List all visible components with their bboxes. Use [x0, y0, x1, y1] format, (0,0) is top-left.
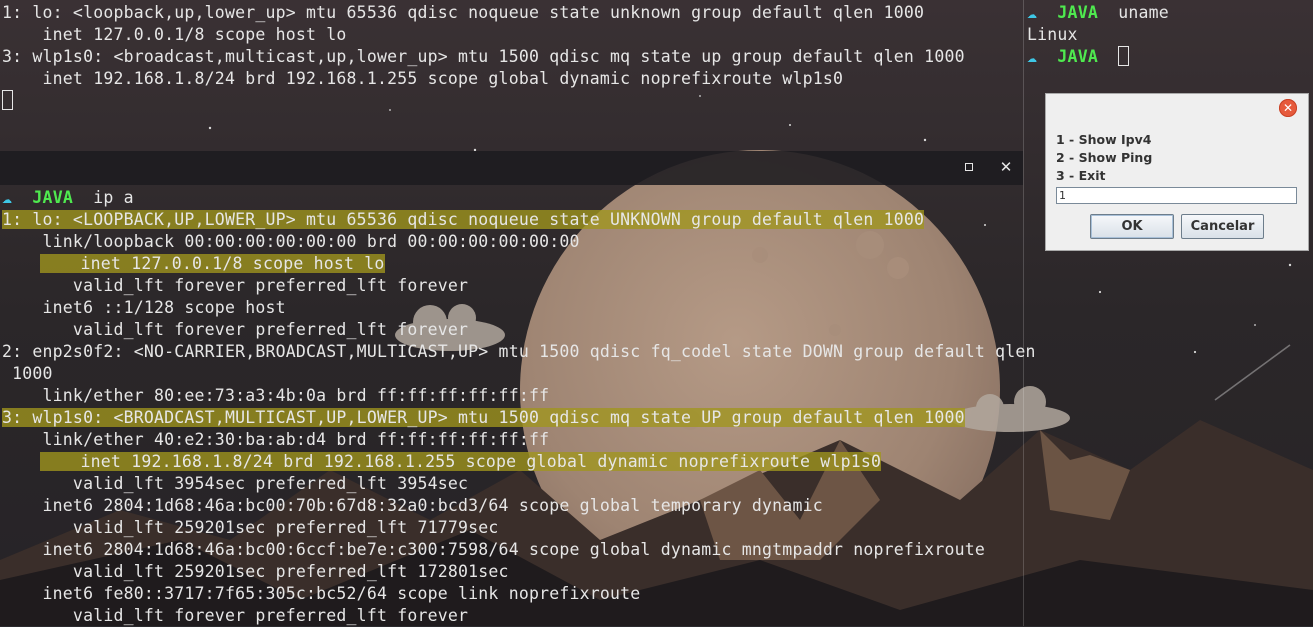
command-text: uname: [1118, 3, 1169, 22]
terminal-line: 1: lo: <loopback,up,lower_up> mtu 65536 …: [2, 3, 925, 22]
terminal-titlebar[interactable]: ✕: [0, 151, 1023, 185]
maximize-icon[interactable]: [965, 163, 973, 171]
prompt-label: JAVA: [1057, 3, 1098, 22]
terminal-line: inet 192.168.1.8/24 brd 192.168.1.255 sc…: [2, 69, 844, 88]
menu-option: 2 - Show Ping: [1056, 150, 1153, 165]
highlighted-text: inet 192.168.1.8/24 brd 192.168.1.255 sc…: [40, 452, 882, 471]
input-dialog: ✕ 1 - Show Ipv4 2 - Show Ping 3 - Exit O…: [1045, 93, 1309, 251]
prompt-label: JAVA: [32, 188, 73, 207]
menu-option: 1 - Show Ipv4: [1056, 132, 1152, 147]
close-icon[interactable]: ✕: [1279, 99, 1297, 117]
ok-button[interactable]: OK: [1090, 214, 1174, 239]
terminal-line: valid_lft forever preferred_lft forever: [2, 276, 469, 295]
prompt-line: ☁ JAVA uname: [1027, 2, 1169, 24]
highlighted-text: inet 127.0.0.1/8 scope host lo: [40, 254, 385, 273]
terminal-line: link/ether 40:e2:30:ba:ab:d4 brd ff:ff:f…: [2, 430, 550, 449]
terminal-line: 2: enp2s0f2: <NO-CARRIER,BROADCAST,MULTI…: [2, 342, 1036, 361]
terminal-line: link/ether 80:ee:73:a3:4b:0a brd ff:ff:f…: [2, 386, 550, 405]
terminal-line: valid_lft forever preferred_lft forever: [2, 320, 469, 339]
terminal-line: inet6 2804:1d68:46a:bc00:70b:67d8:32a0:b…: [2, 496, 823, 515]
terminal-line: 3: wlp1s0: <broadcast,multicast,up,lower…: [2, 47, 965, 66]
terminal-line: valid_lft 259201sec preferred_lft 71779s…: [2, 518, 499, 537]
terminal-line: inet 127.0.0.1/8 scope host lo: [2, 25, 347, 44]
highlighted-text: 1: lo: <LOOPBACK,UP,LOWER_UP> mtu 65536 …: [2, 210, 925, 229]
terminal-line: valid_lft forever preferred_lft forever: [2, 606, 469, 625]
terminal-line: link/loopback 00:00:00:00:00:00 brd 00:0…: [2, 232, 580, 251]
pane-divider: [1023, 0, 1024, 626]
terminal-line: inet 192.168.1.8/24 brd 192.168.1.255 sc…: [40, 451, 882, 473]
terminal-line: inet6 fe80::3717:7f65:305c:bc52/64 scope…: [2, 584, 641, 603]
terminal-line: inet6 ::1/128 scope host: [2, 298, 286, 317]
cloud-icon: ☁: [1027, 47, 1038, 66]
terminal-line: 3: wlp1s0: <BROADCAST,MULTICAST,UP,LOWER…: [2, 407, 965, 429]
terminal-line: 1: lo: <LOOPBACK,UP,LOWER_UP> mtu 65536 …: [2, 209, 925, 231]
option-input[interactable]: [1056, 187, 1297, 204]
cancel-button[interactable]: Cancelar: [1181, 214, 1264, 239]
command-output: Linux: [1027, 25, 1078, 44]
terminal-line: inet 127.0.0.1/8 scope host lo: [40, 253, 385, 275]
terminal-line: valid_lft 259201sec preferred_lft 172801…: [2, 562, 509, 581]
highlighted-text: 3: wlp1s0: <BROADCAST,MULTICAST,UP,LOWER…: [2, 408, 965, 427]
terminal-line: valid_lft 3954sec preferred_lft 3954sec: [2, 474, 469, 493]
command-text: ip a: [93, 188, 134, 207]
prompt-label: JAVA: [1057, 47, 1098, 66]
dialog-titlebar[interactable]: ✕: [1046, 94, 1308, 122]
terminal-cursor: [2, 90, 13, 110]
terminal-cursor: [1118, 46, 1130, 66]
terminal-line: 1000: [2, 364, 53, 383]
prompt-line: ☁ JAVA: [1027, 46, 1130, 68]
close-icon[interactable]: ✕: [998, 158, 1014, 176]
cloud-icon: ☁: [1027, 3, 1038, 22]
prompt-line: ☁ JAVA ip a: [2, 187, 134, 209]
terminal-line: inet6 2804:1d68:46a:bc00:6ccf:be7e:c300:…: [2, 540, 985, 559]
cloud-icon: ☁: [2, 188, 13, 207]
menu-option: 3 - Exit: [1056, 168, 1106, 183]
